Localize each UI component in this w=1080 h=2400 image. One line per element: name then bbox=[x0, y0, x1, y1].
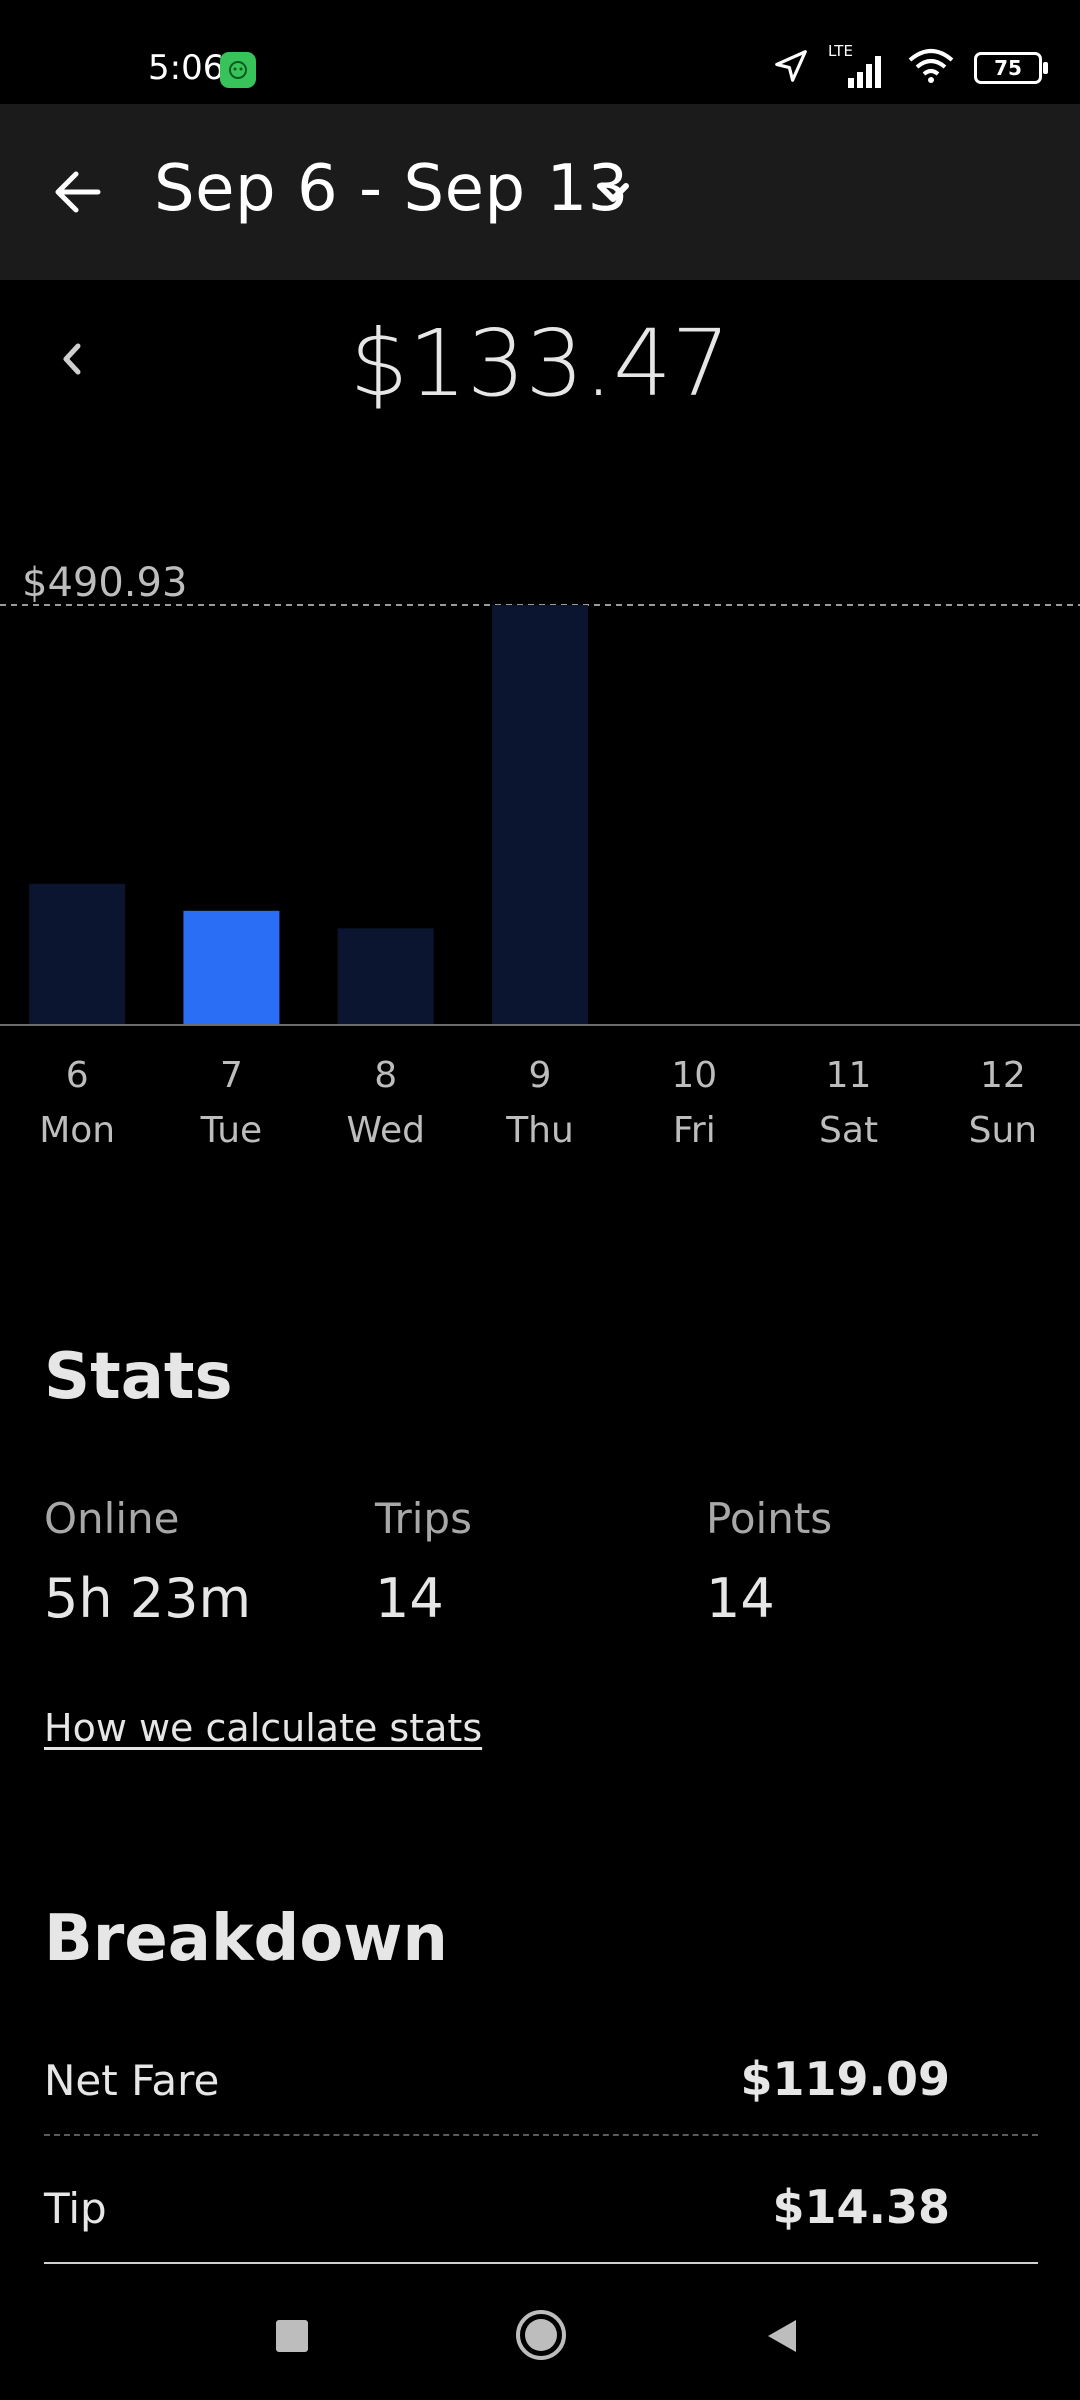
chart-bar-tue[interactable] bbox=[183, 910, 280, 1025]
app-bar: Sep 6 - Sep 13 bbox=[0, 104, 1080, 280]
recents-square-icon[interactable] bbox=[274, 2318, 310, 2358]
stat-trips: Trips 14 bbox=[375, 1494, 472, 1630]
day-number: 9 bbox=[528, 1055, 552, 1096]
stat-value: 5h 23m bbox=[44, 1567, 252, 1630]
chart-bar-wed[interactable] bbox=[337, 928, 434, 1025]
day-label-mon[interactable]: 6 Mon bbox=[17, 1048, 137, 1158]
weekly-total: $133.47 bbox=[349, 310, 731, 417]
day-name: Sat bbox=[819, 1110, 879, 1151]
stats-title: Stats bbox=[44, 1340, 233, 1414]
chart-bar-mon[interactable] bbox=[29, 883, 126, 1025]
day-name: Sun bbox=[968, 1110, 1038, 1151]
system-nav-bar bbox=[0, 2270, 1080, 2400]
stat-label: Points bbox=[706, 1494, 833, 1543]
day-name: Tue bbox=[200, 1110, 263, 1151]
location-icon bbox=[772, 47, 810, 89]
day-name: Thu bbox=[506, 1110, 574, 1151]
day-number: 12 bbox=[979, 1055, 1026, 1096]
day-number: 6 bbox=[65, 1055, 89, 1096]
row-divider bbox=[44, 2262, 1038, 2264]
day-label-sun[interactable]: 12 Sun bbox=[943, 1048, 1063, 1158]
stat-online: Online 5h 23m bbox=[44, 1494, 251, 1630]
day-label-thu[interactable]: 9 Thu bbox=[480, 1048, 600, 1158]
battery-icon: 75 bbox=[974, 52, 1048, 84]
day-label-fri[interactable]: 10 Fri bbox=[634, 1048, 754, 1158]
breakdown-row-tip[interactable]: Tip $14.38 bbox=[44, 2138, 1038, 2264]
day-label-wed[interactable]: 8 Wed bbox=[326, 1048, 446, 1158]
day-number: 8 bbox=[374, 1055, 398, 1096]
breakdown-value: $119.09 bbox=[740, 2052, 950, 2106]
breakdown-value: $14.38 bbox=[772, 2180, 950, 2234]
day-name: Wed bbox=[346, 1110, 425, 1151]
day-number: 10 bbox=[671, 1055, 718, 1096]
stat-value: 14 bbox=[375, 1567, 444, 1630]
back-triangle-icon[interactable] bbox=[762, 2316, 802, 2360]
back-arrow-icon[interactable] bbox=[48, 162, 108, 222]
day-number: 7 bbox=[219, 1055, 243, 1096]
date-range-title[interactable]: Sep 6 - Sep 13 bbox=[154, 152, 629, 226]
status-bar: 5:06 LTE 75 bbox=[0, 0, 1080, 104]
stat-points: Points 14 bbox=[706, 1494, 832, 1630]
status-time: 5:06 bbox=[148, 48, 225, 88]
breakdown-row-net-fare[interactable]: Net Fare $119.09 bbox=[44, 2010, 1038, 2136]
status-icons: LTE 75 bbox=[772, 42, 1048, 90]
breakdown-title: Breakdown bbox=[44, 1902, 448, 1976]
chart-bar-thu[interactable] bbox=[492, 605, 588, 1025]
day-label-sat[interactable]: 11 Sat bbox=[789, 1048, 909, 1158]
chevron-down-icon[interactable] bbox=[592, 172, 634, 214]
breakdown-label: Tip bbox=[44, 2184, 107, 2233]
day-name: Fri bbox=[672, 1110, 716, 1151]
day-number: 11 bbox=[825, 1055, 872, 1096]
app-notification-icon bbox=[220, 52, 256, 88]
wifi-icon bbox=[906, 46, 956, 90]
home-circle-icon[interactable] bbox=[514, 2308, 568, 2366]
day-label-tue[interactable]: 7 Tue bbox=[171, 1048, 291, 1158]
stat-value: 14 bbox=[706, 1567, 775, 1630]
breakdown-label: Net Fare bbox=[44, 2056, 220, 2105]
stat-label: Trips bbox=[375, 1494, 472, 1543]
row-divider bbox=[44, 2134, 1038, 2136]
stat-label: Online bbox=[44, 1494, 180, 1543]
day-name: Mon bbox=[39, 1110, 116, 1151]
lte-signal-icon: LTE bbox=[828, 42, 888, 90]
how-we-calculate-stats-link[interactable]: How we calculate stats bbox=[44, 1706, 482, 1750]
